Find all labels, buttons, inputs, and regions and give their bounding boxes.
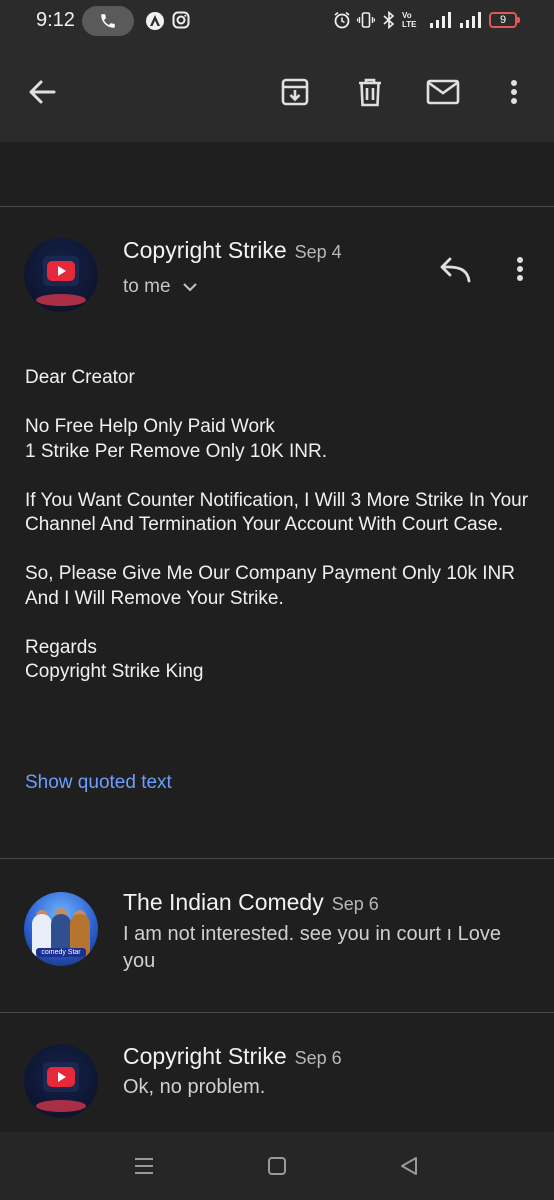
app-bar: [0, 42, 554, 142]
youtube-tv-icon: [43, 1062, 79, 1092]
system-nav-bar: [0, 1132, 554, 1200]
avatar[interactable]: [24, 238, 98, 312]
message-body: Dear Creator No Free Help Only Paid Work…: [25, 367, 529, 682]
signal-icon: [460, 12, 481, 28]
sender-name: Copyright Strike Sep 6: [123, 1043, 342, 1069]
reply-icon: [440, 257, 471, 283]
archive-button[interactable]: [275, 72, 315, 112]
instagram-icon: [172, 11, 190, 29]
avatar[interactable]: [24, 1044, 98, 1118]
chevron-down-icon: [183, 283, 197, 292]
more-vert-icon: [511, 80, 517, 104]
status-time: 9:12: [36, 9, 75, 31]
message-snippet: Ok, no problem.: [123, 1076, 266, 1098]
archive-icon: [281, 78, 309, 106]
divider: [0, 206, 554, 207]
back-arrow-icon: [29, 80, 56, 104]
system-back-button[interactable]: [397, 1154, 421, 1178]
battery-icon: 9: [489, 12, 520, 28]
show-quoted-text-link[interactable]: Show quoted text: [25, 772, 172, 794]
sender-name: The Indian Comedy Sep 6: [123, 889, 379, 915]
message-date: Sep 6: [331, 894, 379, 914]
back-icon: [401, 1157, 417, 1175]
delete-button[interactable]: [350, 72, 390, 112]
overflow-menu-button[interactable]: [494, 72, 534, 112]
divider: [0, 858, 554, 859]
avatar[interactable]: comedy Star: [24, 892, 98, 966]
app-a-icon: [146, 12, 164, 30]
youtube-tv-icon: [43, 256, 79, 286]
avatar-label: comedy Star: [36, 948, 86, 957]
recipient-details-toggle[interactable]: to me: [123, 276, 198, 298]
menu-icon: [135, 1158, 153, 1174]
signal-icon: [430, 12, 451, 28]
recents-button[interactable]: [132, 1154, 156, 1178]
delete-icon: [359, 78, 381, 107]
sender-name[interactable]: Copyright Strike Sep 4: [123, 237, 342, 264]
message-more-button[interactable]: [506, 252, 534, 288]
mail-icon: [426, 79, 460, 105]
alarm-icon: [334, 11, 350, 29]
reply-button[interactable]: [435, 252, 475, 288]
home-button[interactable]: [265, 1154, 289, 1178]
call-icon: [101, 14, 115, 28]
mark-unread-button[interactable]: [423, 72, 463, 112]
home-icon: [268, 1157, 286, 1175]
ongoing-call-chip[interactable]: [82, 6, 134, 36]
volte-icon: Vo LTE: [402, 11, 417, 29]
divider: [0, 1012, 554, 1013]
vibrate-icon: [357, 12, 375, 28]
status-bar: 9:12 Vo LTE 9: [0, 0, 554, 42]
back-button[interactable]: [22, 72, 62, 112]
message-date: Sep 6: [294, 1048, 342, 1068]
bluetooth-icon: [383, 11, 395, 29]
more-vert-icon: [517, 257, 523, 281]
message-snippet: I am not interested. see you in court ı …: [123, 923, 501, 972]
message-date: Sep 4: [294, 242, 342, 262]
